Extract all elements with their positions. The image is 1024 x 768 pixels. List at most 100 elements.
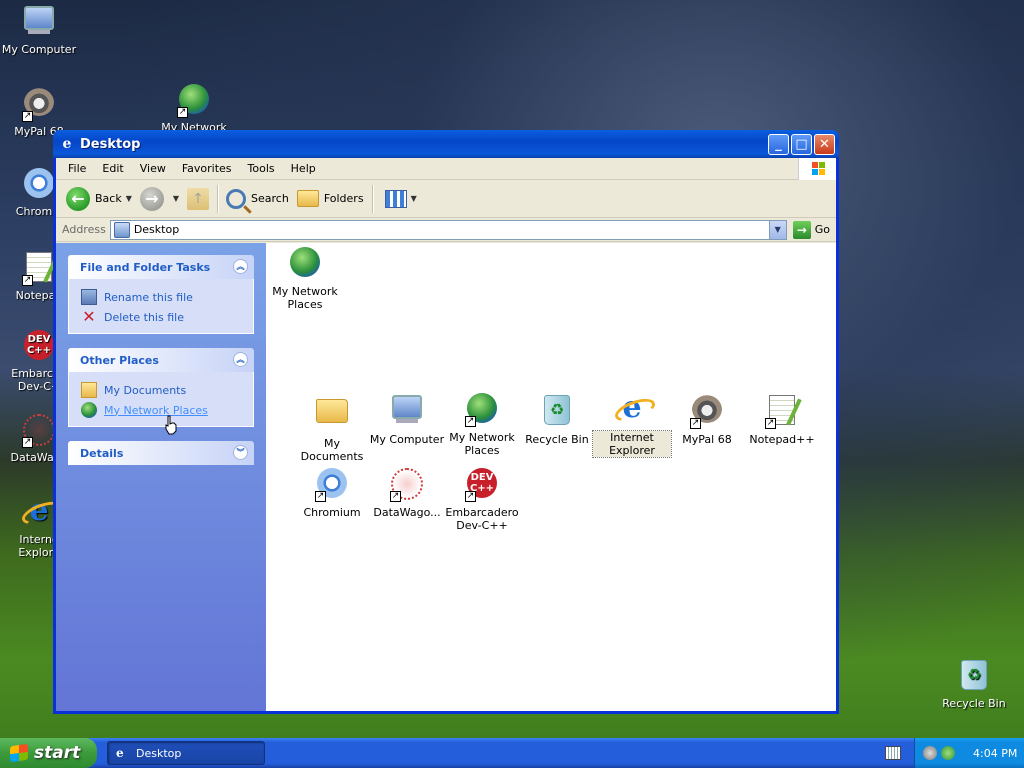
- menu-view[interactable]: View: [132, 162, 174, 175]
- back-arrow-icon: ←: [66, 186, 90, 211]
- folder-icon: [81, 382, 97, 398]
- rename-file-link[interactable]: Rename this file: [81, 287, 241, 307]
- menu-file[interactable]: File: [60, 162, 94, 175]
- file-item-recycle-bin[interactable]: ♻ Recycle Bin: [518, 393, 596, 446]
- panel-body: Rename this file ✕ Delete this file: [68, 279, 254, 334]
- panel-body: My Documents My Network Places: [68, 372, 254, 427]
- shortcut-arrow-icon: ↗: [22, 437, 33, 448]
- datawago-icon: ↗: [390, 468, 424, 502]
- task-label: My Network Places: [104, 403, 208, 417]
- taskbar-button-desktop[interactable]: e Desktop: [107, 741, 265, 765]
- folder-icon: [315, 399, 349, 433]
- system-tray: 4:04 PM: [914, 738, 1024, 768]
- file-label: My Network Places: [449, 431, 515, 457]
- file-item-internet-explorer[interactable]: e Internet Explorer: [592, 393, 672, 458]
- task-label: Delete this file: [104, 310, 184, 324]
- file-label: Embarcadero Dev-C++: [445, 506, 519, 532]
- other-places-panel: Other Places ︽ My Documents My Network P…: [68, 348, 254, 427]
- file-item-my-computer[interactable]: My Computer: [368, 393, 446, 446]
- start-label: start: [34, 743, 81, 763]
- chevron-down-icon[interactable]: ▼: [173, 194, 179, 203]
- chevron-down-icon: ▼: [410, 194, 417, 203]
- collapse-chevron-icon[interactable]: ︽: [233, 259, 248, 274]
- task-label: My Documents: [104, 383, 187, 397]
- shortcut-arrow-icon: ↗: [22, 275, 33, 286]
- file-item-my-documents[interactable]: My Documents: [293, 393, 371, 463]
- windows-logo-icon: [10, 743, 28, 763]
- dev-badge-text: DEV: [470, 472, 494, 483]
- raccoon-icon: ↗: [690, 395, 724, 429]
- folders-button[interactable]: Folders: [293, 188, 368, 209]
- shortcut-arrow-icon: ↗: [177, 107, 188, 118]
- address-bar: Address Desktop ▼ → Go: [56, 218, 836, 242]
- folders-label: Folders: [323, 192, 364, 205]
- file-item-chromium[interactable]: ↗ Chromium: [293, 468, 371, 519]
- file-item-embarcadero[interactable]: DEV C++ ↗ Embarcadero Dev-C++: [443, 468, 521, 532]
- my-documents-link[interactable]: My Documents: [81, 380, 241, 400]
- delete-file-link[interactable]: ✕ Delete this file: [81, 307, 241, 327]
- menu-edit[interactable]: Edit: [94, 162, 131, 175]
- up-folder-icon[interactable]: ↑: [187, 187, 210, 210]
- desktop-icon: [113, 221, 130, 238]
- address-label: Address: [62, 223, 106, 236]
- search-button[interactable]: Search: [222, 187, 293, 211]
- desktop-icon-my-network[interactable]: ↗ My Network: [155, 84, 233, 134]
- file-item-my-network-places[interactable]: My Network Places: [266, 247, 344, 311]
- computer-icon: [22, 6, 56, 40]
- file-label: Chromium: [303, 506, 361, 519]
- file-label: Notepad++: [749, 433, 815, 446]
- chevron-down-icon[interactable]: ▼: [126, 194, 132, 203]
- menu-tools[interactable]: Tools: [240, 162, 283, 175]
- file-view[interactable]: My Network Places My Documents My Comput…: [266, 243, 836, 711]
- maximize-button[interactable]: □: [791, 133, 812, 155]
- window-title: Desktop: [80, 136, 141, 152]
- collapse-chevron-icon[interactable]: ︽: [233, 352, 248, 367]
- file-item-my-network-places-2[interactable]: ↗ My Network Places: [443, 393, 521, 457]
- file-label: DataWago...: [373, 506, 441, 519]
- expand-chevron-icon[interactable]: ︾: [233, 445, 248, 460]
- menu-favorites[interactable]: Favorites: [174, 162, 240, 175]
- rename-icon: [81, 289, 97, 305]
- back-button[interactable]: ← Back ▼: [62, 185, 136, 213]
- search-icon: [226, 188, 247, 209]
- shortcut-arrow-icon: ↗: [465, 416, 476, 427]
- desktop-icon-label: My Computer: [1, 43, 77, 56]
- chevron-down-icon[interactable]: ▼: [768, 220, 786, 239]
- title-bar[interactable]: e Desktop _ □ ✕: [53, 130, 839, 158]
- back-label: Back: [95, 192, 122, 205]
- desktop-icon-my-computer[interactable]: My Computer: [0, 4, 78, 56]
- go-button[interactable]: → Go: [787, 220, 836, 239]
- file-label: My Documents: [300, 437, 364, 463]
- tray-network-icon[interactable]: [941, 746, 955, 760]
- my-network-places-link[interactable]: My Network Places: [81, 400, 241, 420]
- panel-header[interactable]: Other Places ︽: [68, 348, 254, 372]
- close-button[interactable]: ✕: [814, 133, 835, 155]
- details-panel: Details ︾: [68, 441, 254, 465]
- minimize-button[interactable]: _: [768, 133, 789, 155]
- recycle-bin-icon: ♻: [957, 660, 991, 694]
- recycle-bin-icon: ♻: [540, 395, 574, 429]
- tray-app-icon[interactable]: [923, 746, 937, 760]
- file-item-datawago[interactable]: ↗ DataWago...: [368, 468, 446, 519]
- file-label: Recycle Bin: [525, 433, 589, 446]
- dev-cpp-icon: DEV C++ ↗: [465, 468, 499, 502]
- file-item-mypal[interactable]: ↗ MyPal 68: [668, 393, 746, 446]
- start-button[interactable]: start: [0, 738, 97, 768]
- menu-help[interactable]: Help: [283, 162, 324, 175]
- panel-header[interactable]: Details ︾: [68, 441, 254, 465]
- address-input[interactable]: Desktop ▼: [109, 219, 787, 240]
- delete-x-icon: ✕: [82, 307, 96, 326]
- dev-badge-text: C++: [26, 345, 52, 356]
- views-button[interactable]: ▼: [377, 188, 421, 210]
- address-value: Desktop: [133, 223, 180, 236]
- file-item-notepad-plus[interactable]: ↗ Notepad++: [743, 393, 821, 446]
- internet-explorer-icon: e: [22, 496, 56, 530]
- shortcut-arrow-icon: ↗: [390, 491, 401, 502]
- forward-button[interactable]: → ▼: [136, 185, 183, 213]
- keyboard-icon[interactable]: [885, 746, 901, 760]
- clock[interactable]: 4:04 PM: [973, 747, 1017, 760]
- raccoon-icon: ↗: [22, 88, 56, 122]
- go-arrow-icon: →: [792, 220, 811, 239]
- desktop-icon-recycle-bin[interactable]: ♻ Recycle Bin: [935, 658, 1013, 710]
- panel-header[interactable]: File and Folder Tasks ︽: [68, 255, 254, 279]
